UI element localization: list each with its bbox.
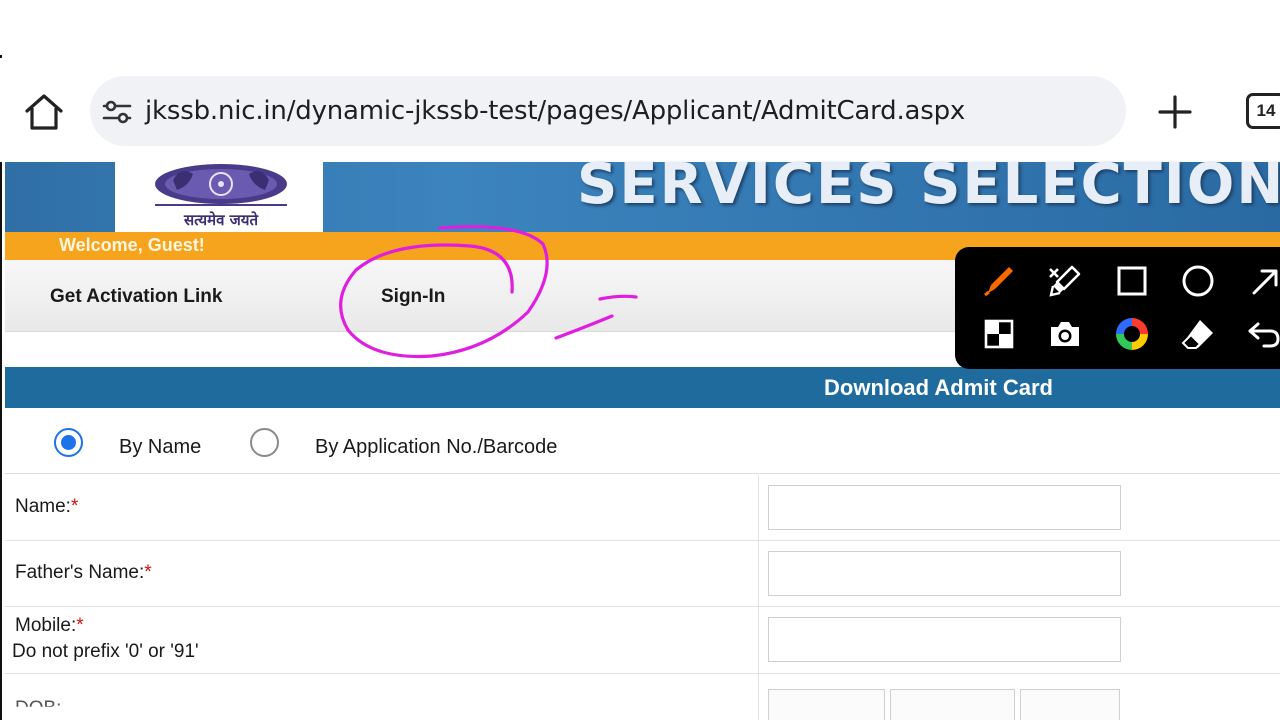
emblem-motto: सत्यमेव जयते xyxy=(183,211,260,229)
required-mark: * xyxy=(70,496,79,517)
section-header xyxy=(5,367,1280,408)
mobile-input[interactable] xyxy=(768,617,1121,662)
dob-month-select[interactable] xyxy=(890,689,1015,720)
arrow-icon[interactable] xyxy=(1242,259,1280,303)
site-settings-icon[interactable] xyxy=(100,95,134,129)
radio-by-name[interactable] xyxy=(54,428,83,457)
field-label-name: Name:* xyxy=(15,496,79,517)
rectangle-icon[interactable] xyxy=(1110,259,1154,303)
url-text[interactable]: jkssb.nic.in/dynamic-jkssb-test/pages/Ap… xyxy=(145,96,965,126)
screen: jkssb.nic.in/dynamic-jkssb-test/pages/Ap… xyxy=(0,0,1280,720)
tab-switcher-icon[interactable]: 14 xyxy=(1246,93,1280,129)
color-wheel-icon[interactable] xyxy=(1110,312,1154,356)
section-title: Download Admit Card xyxy=(824,375,1053,400)
mosaic-icon[interactable] xyxy=(977,312,1021,356)
camera-icon[interactable] xyxy=(1043,312,1087,356)
nav-sign-in[interactable]: Sign-In xyxy=(381,286,445,308)
plus-icon[interactable] xyxy=(1155,92,1195,132)
home-icon[interactable] xyxy=(22,92,66,132)
radio-label-by-application-no[interactable]: By Application No./Barcode xyxy=(315,436,557,459)
highlighter-icon[interactable] xyxy=(1043,259,1087,303)
pen-icon[interactable] xyxy=(977,259,1021,303)
name-input[interactable] xyxy=(768,485,1121,530)
nav-get-activation-link[interactable]: Get Activation Link xyxy=(50,286,222,308)
dob-day-select[interactable] xyxy=(768,689,885,720)
fathers-name-input[interactable] xyxy=(768,551,1121,596)
field-label-fathers-name: Father's Name:* xyxy=(15,562,152,583)
field-label-mobile: Mobile:* xyxy=(15,615,84,636)
circle-icon[interactable] xyxy=(1176,259,1220,303)
field-label-dob: DOB: xyxy=(15,698,62,719)
undo-icon[interactable] xyxy=(1242,312,1280,356)
emblem-logo: सत्यमेव जयते xyxy=(115,162,323,232)
radio-label-by-name[interactable]: By Name xyxy=(119,436,201,459)
radio-by-application-no[interactable] xyxy=(250,428,279,457)
dob-year-select[interactable] xyxy=(1020,689,1120,720)
required-mark: * xyxy=(76,615,84,636)
welcome-text: Welcome, Guest! xyxy=(59,235,205,255)
required-mark: * xyxy=(144,562,152,583)
banner-title: SERVICES SELECTION BO xyxy=(577,152,1280,217)
mobile-hint: Do not prefix '0' or '91' xyxy=(12,641,199,662)
eraser-icon[interactable] xyxy=(1176,312,1220,356)
